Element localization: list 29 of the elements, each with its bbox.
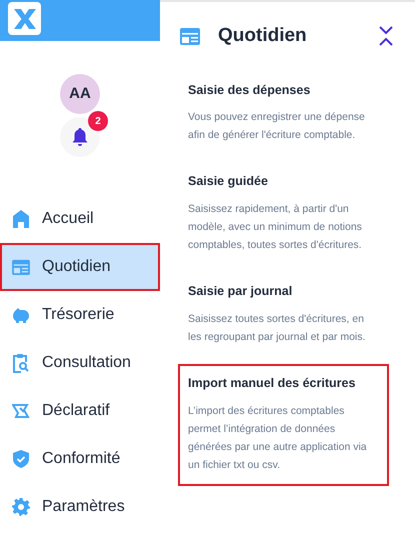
nav-item[interactable]: Déclaratif <box>0 387 160 435</box>
nav-item[interactable]: Consultation <box>0 339 160 387</box>
logo-icon[interactable] <box>8 2 41 35</box>
menu-item-title[interactable]: Import manuel des écritures <box>188 374 378 392</box>
menu-item-description: Saisissez toutes sortes d'écritures, en les regroupant par journal et par mois. <box>188 312 366 345</box>
menu-item-title[interactable]: Saisie des dépenses <box>188 80 378 100</box>
shield-check-icon <box>13 450 29 468</box>
settings-icon <box>12 498 30 516</box>
home-icon <box>13 210 29 228</box>
panel-title: Quotidien <box>218 24 307 48</box>
nav-item[interactable]: Accueil <box>0 195 160 243</box>
collapse-icon[interactable] <box>379 26 393 46</box>
nav-item[interactable]: Trésorerie <box>0 291 160 339</box>
notification-button[interactable] <box>60 117 100 157</box>
menu-item-title[interactable]: Saisie par journal <box>188 282 378 301</box>
nav-item[interactable]: Quotidien <box>0 243 160 291</box>
menu-item-description: Vous pouvez enregistrer une dépense afin de générer l'écriture comptable. <box>188 110 366 144</box>
clipboard-search-icon <box>12 354 30 372</box>
nav-item[interactable]: Conformité <box>0 435 160 483</box>
piggy-bank-icon <box>12 307 30 323</box>
notification-count: 2 <box>88 111 108 131</box>
calendar-icon <box>180 27 200 46</box>
bell-icon <box>72 128 88 146</box>
menu-item-description: L’import des écritures comptables permet l’intégration de données générées par une autre application via un fichier txt ou csv. <box>188 404 368 472</box>
menu-item-description: Saisissez rapidement, à partir d'un modèle, avec un minimum de notions comptables, toutes sortes d'écritures. <box>188 202 363 253</box>
nav-item[interactable]: Paramètres <box>0 483 160 531</box>
calendar-icon <box>12 259 30 275</box>
user-avatar[interactable]: AA <box>60 74 100 114</box>
menu-item-title[interactable]: Saisie guidée <box>188 172 378 191</box>
